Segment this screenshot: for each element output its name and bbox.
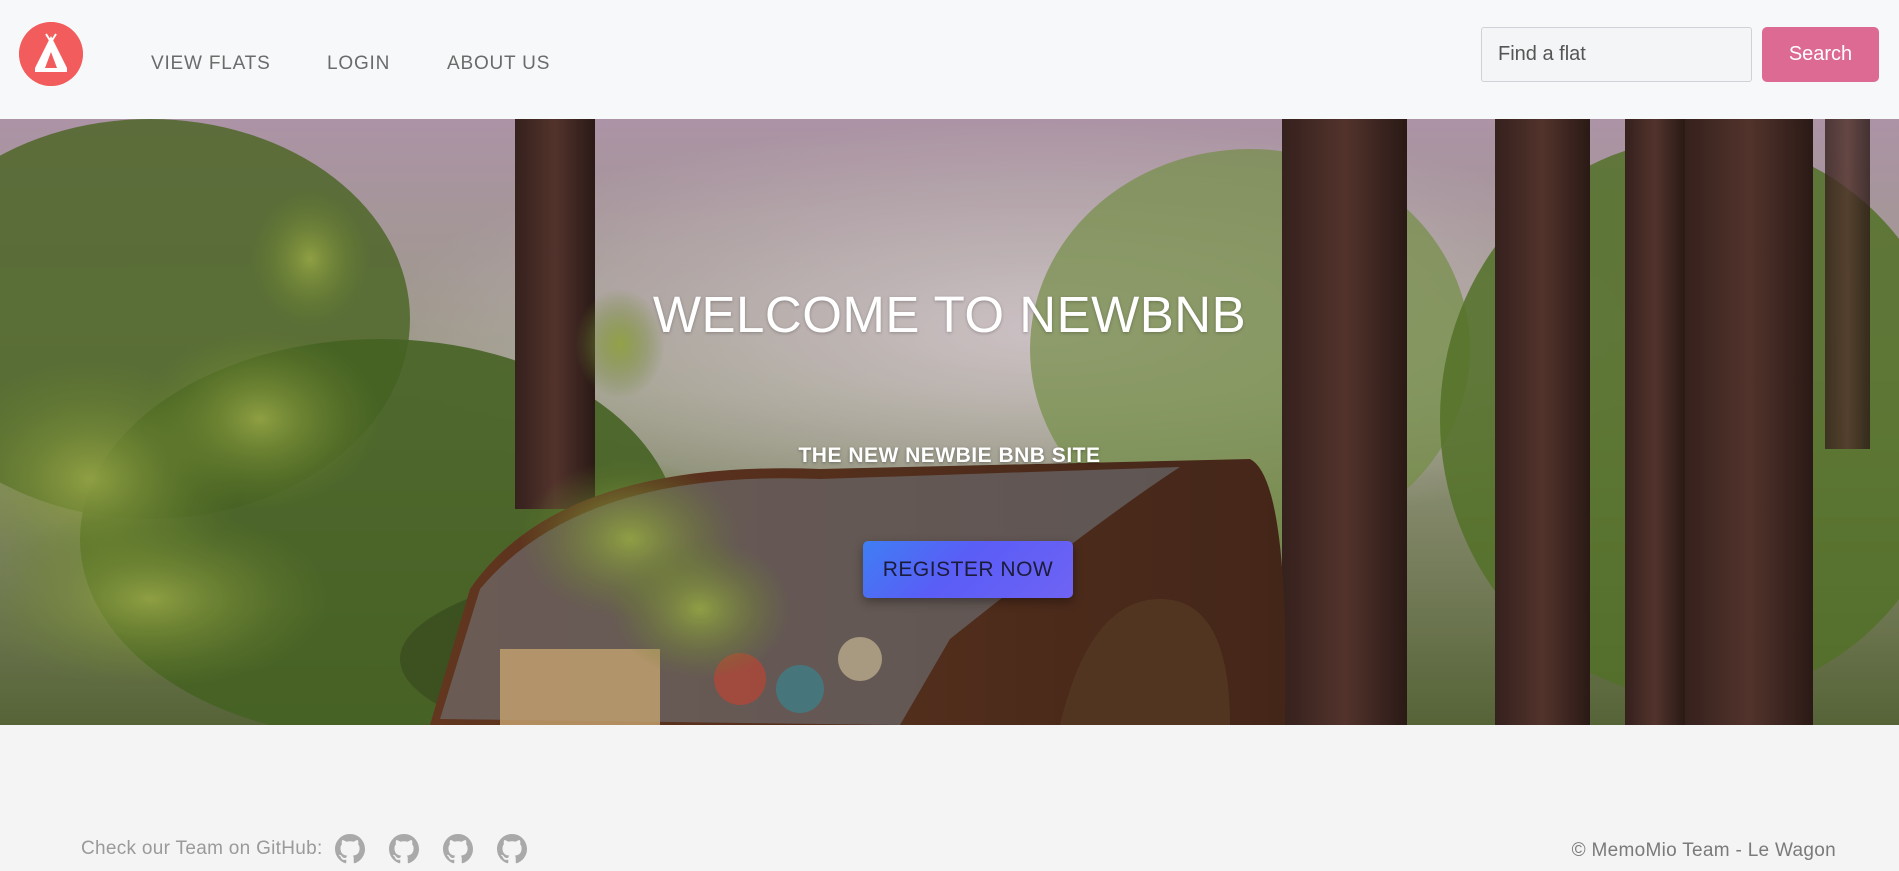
github-icon[interactable] bbox=[496, 834, 527, 864]
hero-background-image bbox=[0, 119, 1899, 725]
hero-banner: WELCOME TO NEWBNB THE NEW NEWBIE BNB SIT… bbox=[0, 119, 1899, 725]
github-icon[interactable] bbox=[442, 834, 473, 864]
footer-team-links: Check our Team on GitHub: bbox=[81, 834, 527, 864]
nav-about-us-link[interactable]: ABOUT US bbox=[447, 53, 550, 75]
github-icon[interactable] bbox=[388, 834, 419, 864]
register-now-button[interactable]: REGISTER NOW bbox=[863, 541, 1073, 598]
nav-login-link[interactable]: LOGIN bbox=[327, 53, 390, 75]
footer-team-text: Check our Team on GitHub: bbox=[81, 838, 323, 859]
tent-logo-icon[interactable] bbox=[19, 22, 83, 86]
search-button[interactable]: Search bbox=[1762, 27, 1879, 82]
nav-view-flats-link[interactable]: VIEW FLATS bbox=[151, 53, 271, 75]
hero-title: WELCOME TO NEWBNB bbox=[652, 286, 1247, 343]
hero-subtitle: THE NEW NEWBIE BNB SITE bbox=[798, 444, 1101, 467]
search-input[interactable] bbox=[1481, 27, 1752, 82]
footer-copyright: © MemoMio Team - Le Wagon bbox=[1571, 840, 1836, 861]
github-icon[interactable] bbox=[334, 834, 365, 864]
navbar: VIEW FLATS LOGIN ABOUT US Search bbox=[0, 0, 1899, 119]
